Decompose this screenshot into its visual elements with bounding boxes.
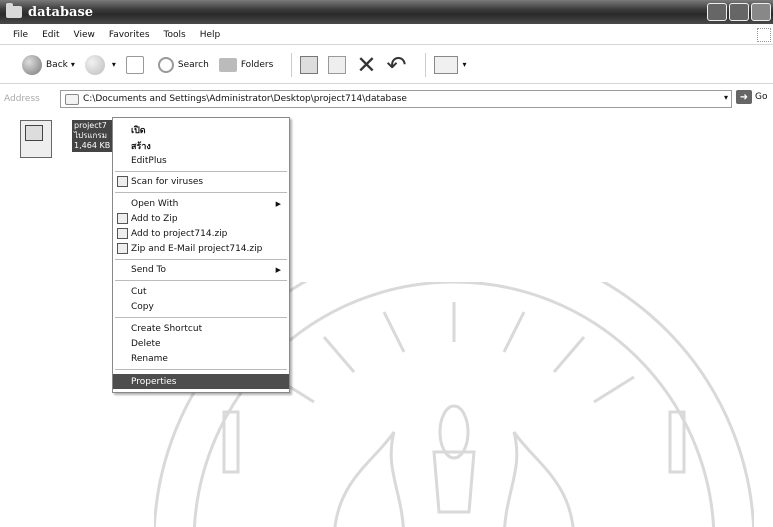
chevron-down-icon[interactable]: ▾ (724, 93, 728, 102)
go-arrow-icon: ➜ (736, 90, 752, 104)
menu-item-delete[interactable]: Delete (113, 336, 289, 351)
back-button[interactable]: Back ▾ (22, 54, 75, 75)
folder-icon (218, 57, 237, 72)
menu-item-open[interactable]: เปิด (113, 122, 289, 137)
chevron-down-icon[interactable]: ▾ (463, 60, 467, 69)
folders-button[interactable]: Folders (218, 57, 274, 72)
shield-icon (117, 176, 128, 187)
menu-edit[interactable]: Edit (35, 30, 66, 40)
windows-logo-icon (757, 28, 771, 42)
address-label: Address (4, 94, 40, 104)
chevron-down-icon[interactable]: ▾ (112, 60, 116, 69)
address-bar: Address C:\Documents and Settings\Admini… (0, 88, 773, 110)
menu-item-add-zip-label: Add to Zip (131, 213, 178, 224)
menu-item-editplus[interactable]: EditPlus (113, 153, 289, 168)
zip-icon (117, 213, 128, 224)
back-arrow-icon (22, 54, 42, 75)
chevron-right-icon: ▶ (275, 265, 281, 274)
minimize-button[interactable] (707, 3, 727, 21)
menu-item-send-to[interactable]: Send To ▶ (113, 262, 289, 277)
menu-separator (115, 171, 287, 172)
menu-item-create-shortcut[interactable]: Create Shortcut (113, 321, 289, 336)
folder-icon (65, 93, 79, 105)
menu-item-add-project-zip[interactable]: Add to project714.zip (113, 226, 289, 241)
menu-separator (115, 317, 287, 318)
zip-icon (117, 243, 128, 254)
menu-file[interactable]: File (6, 30, 35, 40)
menu-item-create[interactable]: สร้าง (113, 138, 289, 153)
menu-item-copy[interactable]: Copy (113, 299, 289, 314)
forward-arrow-icon (84, 54, 105, 75)
zip-icon (117, 228, 128, 239)
chevron-right-icon: ▶ (275, 199, 281, 208)
menu-item-rename[interactable]: Rename (113, 351, 289, 366)
close-button[interactable] (751, 3, 771, 21)
context-menu: เปิด สร้าง EditPlus Scan for viruses Ope… (112, 117, 290, 393)
menu-separator (115, 369, 287, 370)
menu-item-add-project-zip-label: Add to project714.zip (131, 228, 228, 239)
menu-item-scan-label: Scan for viruses (131, 176, 204, 187)
menu-view[interactable]: View (67, 30, 102, 40)
menu-favorites[interactable]: Favorites (102, 30, 157, 40)
menu-item-zip-email[interactable]: Zip and E-Mail project714.zip (113, 241, 289, 256)
menu-separator (115, 192, 287, 193)
go-label: Go (755, 92, 768, 102)
menu-item-open-with[interactable]: Open With ▶ (113, 196, 289, 211)
back-label: Back (46, 59, 68, 70)
menu-help[interactable]: Help (193, 30, 228, 40)
up-folder-button[interactable] (125, 55, 148, 74)
menu-item-scan[interactable]: Scan for viruses (113, 174, 289, 189)
folder-icon (6, 3, 22, 18)
toolbar-separator (291, 52, 293, 77)
title-bar: database (0, 0, 773, 24)
search-label: Search (177, 59, 209, 70)
toolbar: Back ▾ ▾ Search Folders ✕ ↶ ▾ (0, 46, 773, 84)
address-path: C:\Documents and Settings\Administrator\… (83, 94, 407, 104)
menu-item-open-with-label: Open With (131, 198, 179, 209)
go-button[interactable]: ➜ Go (736, 90, 767, 104)
window-controls (707, 3, 771, 21)
delete-icon[interactable]: ✕ (356, 53, 376, 77)
file-item[interactable] (20, 120, 52, 158)
menu-bar: File Edit View Favorites Tools Help (0, 26, 773, 45)
forward-button[interactable]: ▾ (84, 54, 116, 75)
menu-item-send-to-label: Send To (131, 264, 167, 275)
views-icon[interactable] (433, 55, 458, 74)
menu-tools[interactable]: Tools (157, 30, 193, 40)
chevron-down-icon[interactable]: ▾ (71, 60, 75, 69)
search-button[interactable]: Search (157, 56, 209, 73)
menu-item-properties[interactable]: Properties (113, 374, 289, 389)
file-icon (20, 120, 52, 158)
maximize-button[interactable] (729, 3, 749, 21)
copy-to-icon[interactable] (328, 55, 347, 74)
move-to-icon[interactable] (300, 55, 319, 74)
menu-item-cut[interactable]: Cut (113, 284, 289, 299)
toolbar-separator (424, 52, 426, 77)
window-title: database (28, 4, 94, 20)
up-folder-icon (125, 55, 144, 74)
menu-item-zip-email-label: Zip and E-Mail project714.zip (131, 243, 263, 254)
search-icon (157, 56, 174, 73)
menu-separator (115, 280, 287, 281)
menu-item-add-zip[interactable]: Add to Zip (113, 211, 289, 226)
undo-icon[interactable]: ↶ (386, 53, 406, 77)
folders-label: Folders (240, 59, 274, 70)
address-input[interactable]: C:\Documents and Settings\Administrator\… (60, 90, 732, 108)
menu-separator (115, 259, 287, 260)
